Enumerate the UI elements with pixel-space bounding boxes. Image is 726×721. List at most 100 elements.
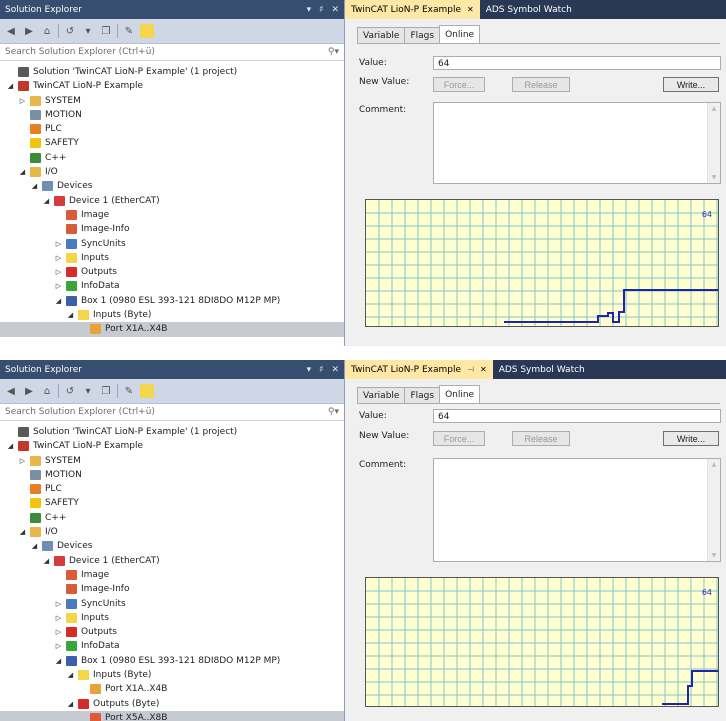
tree-item[interactable]: Image [0,208,344,222]
tree-item[interactable]: ▷ SyncUnits [0,597,344,611]
tab-variable[interactable]: Variable [357,387,406,404]
collapsed-arrow-icon[interactable]: ▷ [54,625,63,639]
expanded-arrow-icon[interactable]: ◢ [18,165,27,179]
collapse-all-icon[interactable]: ❐ [99,384,113,398]
expanded-arrow-icon[interactable]: ◢ [66,697,75,711]
tab-ads-symbol-watch[interactable]: ADS Symbol Watch [480,0,578,19]
tab-variable[interactable]: Variable [357,27,406,44]
properties-wrench-icon[interactable]: ✎ [122,24,136,38]
collapsed-arrow-icon[interactable]: ▷ [54,237,63,251]
scroll-up-icon[interactable]: ▲ [708,461,720,468]
tree-item[interactable]: ▷ SyncUnits [0,237,344,251]
tab-flags[interactable]: Flags [404,387,441,404]
chevron-down-icon[interactable]: ▾ [81,384,95,398]
expanded-arrow-icon[interactable]: ◢ [30,539,39,553]
pin-icon[interactable]: ♯ [319,5,323,15]
search-icon[interactable]: ⚲▾ [328,47,339,57]
collapsed-arrow-icon[interactable]: ▷ [18,94,27,108]
preview-icon[interactable] [140,384,154,398]
tab-twincat-project[interactable]: TwinCAT LioN-P Example ✕ [345,0,480,19]
value-field[interactable]: 64 [433,56,721,70]
value-field[interactable]: 64 [433,409,721,423]
tree-item[interactable]: ▷ Inputs [0,611,344,625]
expanded-arrow-icon[interactable]: ◢ [6,439,15,453]
dropdown-icon[interactable]: ▾ [307,5,312,15]
tree-item[interactable]: ◢ Outputs (Byte) [0,697,344,711]
expanded-arrow-icon[interactable]: ◢ [42,554,51,568]
back-icon[interactable]: ◀ [4,24,18,38]
collapsed-arrow-icon[interactable]: ▷ [54,251,63,265]
pin-tab-icon[interactable]: ⊣ [467,365,474,374]
collapsed-arrow-icon[interactable]: ▷ [18,454,27,468]
tree-item[interactable]: ◢ Device 1 (EtherCAT) [0,554,344,568]
tree-item[interactable]: ◢ I/O [0,525,344,539]
tree-item[interactable]: Solution 'TwinCAT LioN-P Example' (1 pro… [0,425,344,439]
tree-item[interactable]: PLC [0,482,344,496]
tree-item[interactable]: Image-Info [0,222,344,236]
close-tab-icon[interactable]: ✕ [480,365,487,374]
tree-item[interactable]: PLC [0,122,344,136]
collapsed-arrow-icon[interactable]: ▷ [54,597,63,611]
tree-item[interactable]: ▷ SYSTEM [0,454,344,468]
tab-flags[interactable]: Flags [404,27,441,44]
tree-item[interactable]: ◢ Box 1 (0980 ESL 393-121 8DI8DO M12P MP) [0,294,344,308]
collapse-all-icon[interactable]: ❐ [99,24,113,38]
tree-item[interactable]: ◢ I/O [0,165,344,179]
tree-item[interactable]: ◢ Device 1 (EtherCAT) [0,194,344,208]
search-input[interactable]: Search Solution Explorer (Ctrl+ü) [5,407,328,417]
scroll-down-icon[interactable]: ▼ [708,174,720,181]
collapsed-arrow-icon[interactable]: ▷ [54,265,63,279]
tree-item[interactable]: ▷ Outputs [0,265,344,279]
tree-item[interactable]: Image [0,568,344,582]
comment-scrollbar[interactable]: ▲ ▼ [707,103,720,183]
tab-twincat-project[interactable]: TwinCAT LioN-P Example ⊣ ✕ [345,360,493,379]
tree-item[interactable]: Port X1A..X4B [0,322,344,337]
write-button[interactable]: Write... [663,77,719,92]
tree-item[interactable]: Solution 'TwinCAT LioN-P Example' (1 pro… [0,65,344,79]
scroll-down-icon[interactable]: ▼ [708,552,720,559]
home-icon[interactable]: ⌂ [40,384,54,398]
expanded-arrow-icon[interactable]: ◢ [6,79,15,93]
tab-online[interactable]: Online [439,25,481,44]
tree-item[interactable]: Image-Info [0,582,344,596]
close-icon[interactable]: ✕ [331,365,339,375]
forward-icon[interactable]: ▶ [22,384,36,398]
properties-wrench-icon[interactable]: ✎ [122,384,136,398]
force-button[interactable]: Force... [433,431,485,446]
force-button[interactable]: Force... [433,77,485,92]
release-button[interactable]: Release [512,77,570,92]
home-icon[interactable]: ⌂ [40,24,54,38]
write-button[interactable]: Write... [663,431,719,446]
tree-item[interactable]: ◢ Box 1 (0980 ESL 393-121 8DI8DO M12P MP) [0,654,344,668]
search-solution-explorer[interactable]: Search Solution Explorer (Ctrl+ü) ⚲▾ [0,404,344,421]
history-icon[interactable]: ↺ [63,24,77,38]
close-icon[interactable]: ✕ [331,5,339,15]
pin-icon[interactable]: ♯ [319,365,323,375]
back-icon[interactable]: ◀ [4,384,18,398]
collapsed-arrow-icon[interactable]: ▷ [54,639,63,653]
tree-item[interactable]: ◢ Inputs (Byte) [0,668,344,682]
tree-item[interactable]: ◢ TwinCAT LioN-P Example [0,439,344,453]
tree-item[interactable]: MOTION [0,468,344,482]
collapsed-arrow-icon[interactable]: ▷ [54,611,63,625]
tree-item[interactable]: ◢ Devices [0,539,344,553]
search-input[interactable]: Search Solution Explorer (Ctrl+ü) [5,47,328,57]
release-button[interactable]: Release [512,431,570,446]
expanded-arrow-icon[interactable]: ◢ [54,294,63,308]
tree-item[interactable]: ◢ TwinCAT LioN-P Example [0,79,344,93]
forward-icon[interactable]: ▶ [22,24,36,38]
close-tab-icon[interactable]: ✕ [467,5,474,14]
scroll-up-icon[interactable]: ▲ [708,105,720,112]
tree-item[interactable]: Port X5A..X8B [0,710,344,721]
tree-item[interactable]: ◢ Devices [0,179,344,193]
chevron-down-icon[interactable]: ▾ [81,24,95,38]
tree-item[interactable]: Port X1A..X4B [0,682,344,696]
expanded-arrow-icon[interactable]: ◢ [54,654,63,668]
tree-item[interactable]: SAFETY [0,136,344,150]
expanded-arrow-icon[interactable]: ◢ [42,194,51,208]
tree-item[interactable]: MOTION [0,108,344,122]
tree-item[interactable]: ▷ InfoData [0,639,344,653]
tree-item[interactable]: ◢ Inputs (Byte) [0,308,344,322]
tree-item[interactable]: ▷ Outputs [0,625,344,639]
search-solution-explorer[interactable]: Search Solution Explorer (Ctrl+ü) ⚲▾ [0,44,344,61]
